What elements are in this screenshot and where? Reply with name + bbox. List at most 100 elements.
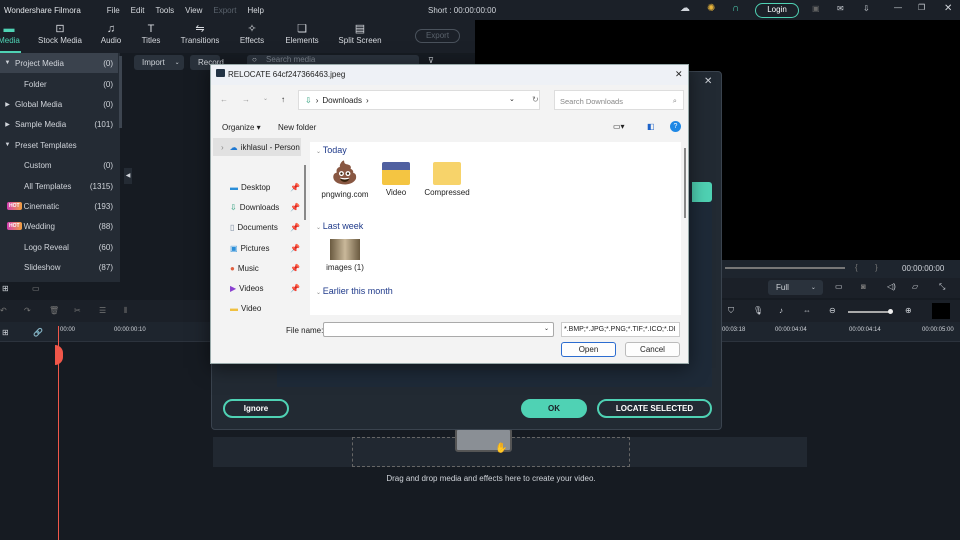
link-icon[interactable]: 🔗 bbox=[33, 328, 43, 337]
sidebar-item-custom[interactable]: Custom (0) bbox=[0, 155, 118, 175]
download-icon[interactable]: ⇩ bbox=[863, 4, 870, 13]
tab-split-screen[interactable]: ▤ Split Screen bbox=[337, 22, 383, 45]
progress-track[interactable] bbox=[725, 267, 845, 269]
export-button[interactable]: Export bbox=[415, 29, 460, 43]
folder-compressed[interactable]: Compressed bbox=[422, 160, 472, 197]
locate-selected-button[interactable]: LOCATE SELECTED bbox=[597, 399, 712, 418]
music-track-icon[interactable]: ♪ bbox=[779, 306, 783, 315]
dialog-close-icon[interactable]: ✕ bbox=[675, 69, 683, 80]
menu-help[interactable]: Help bbox=[247, 6, 263, 15]
nav-music[interactable]: ● Music 📌 bbox=[230, 264, 300, 273]
nav-downloads[interactable]: ⇩ Downloads 📌 bbox=[230, 203, 300, 212]
zoom-in-icon[interactable]: ⊕ bbox=[905, 306, 912, 315]
recent-dropdown-icon[interactable]: ⌄ bbox=[263, 95, 268, 102]
nav-desktop[interactable]: ▬ Desktop 📌 bbox=[230, 183, 300, 192]
cancel-button[interactable]: Cancel bbox=[625, 342, 680, 357]
menu-view[interactable]: View bbox=[185, 6, 202, 15]
tab-media[interactable]: ▬ Media bbox=[0, 22, 21, 53]
new-folder-button[interactable]: New folder bbox=[278, 123, 316, 132]
file-images-1[interactable]: images (1) bbox=[320, 239, 370, 272]
address-bar[interactable]: ⇩ › Downloads › ⌄ bbox=[298, 90, 540, 110]
address-dropdown-icon[interactable]: ⌄ bbox=[509, 95, 515, 103]
close-icon[interactable]: ✕ bbox=[944, 3, 952, 14]
sidebar-item-wedding[interactable]: HOT Wedding (88) bbox=[0, 216, 118, 236]
sidebar-item-preset-templates[interactable]: ▼ Preset Templates bbox=[0, 135, 118, 155]
zoom-slider[interactable] bbox=[848, 309, 893, 314]
back-icon[interactable]: ← bbox=[220, 95, 228, 104]
menu-tools[interactable]: Tools bbox=[155, 6, 174, 15]
display-icon[interactable]: ▭ bbox=[835, 282, 843, 291]
minimize-icon[interactable]: — bbox=[894, 3, 902, 12]
file-type-filter[interactable]: *.BMP;*.JPG;*.PNG;*.TIF;*.ICO;*.DI bbox=[561, 322, 680, 337]
forward-icon[interactable]: → bbox=[242, 95, 250, 104]
refresh-icon[interactable]: ↻ bbox=[532, 95, 539, 104]
quality-dropdown[interactable]: Full ⌄ bbox=[768, 280, 823, 295]
headset-icon[interactable]: ∩ bbox=[732, 3, 739, 14]
relocate-close-icon[interactable]: ✕ bbox=[704, 76, 712, 87]
nav-onedrive[interactable]: › ☁ ikhlasul - Person bbox=[213, 138, 301, 156]
sidebar-item-all-templates[interactable]: All Templates (1315) bbox=[0, 176, 118, 196]
sidebar-item-cinematic[interactable]: HOT Cinematic (193) bbox=[0, 196, 118, 216]
adjust-icon[interactable]: ☰ bbox=[99, 306, 106, 315]
mark-in-icon[interactable]: { bbox=[855, 263, 858, 272]
audio-wave-icon[interactable]: ⦀ bbox=[124, 306, 128, 316]
sidebar-item-folder[interactable]: Folder (0) bbox=[0, 74, 118, 94]
save-icon[interactable]: ▣ bbox=[812, 4, 820, 13]
layout-icon[interactable]: ▱ bbox=[912, 282, 918, 291]
import-dropdown[interactable]: Import ⌄ bbox=[134, 55, 184, 70]
search-downloads-input[interactable]: Search Downloads ⌕ bbox=[554, 90, 684, 110]
tab-transitions[interactable]: ⇋ Transitions bbox=[178, 22, 222, 45]
lightbulb-icon[interactable]: ✺ bbox=[707, 3, 715, 14]
sidebar-item-logo-reveal[interactable]: Logo Reveal (60) bbox=[0, 237, 118, 257]
tab-stock-media[interactable]: ⊡ Stock Media bbox=[37, 22, 83, 45]
sidebar-item-project-media[interactable]: ▼ Project Media (0) bbox=[0, 53, 118, 73]
nav-video-folder[interactable]: ▬ Video bbox=[230, 304, 261, 313]
tab-elements[interactable]: ❏ Elements bbox=[283, 22, 321, 45]
undo-icon[interactable]: ↶ bbox=[0, 306, 7, 315]
file-pngwing[interactable]: 💩 pngwing.com bbox=[320, 160, 370, 199]
menu-edit[interactable]: Edit bbox=[131, 6, 145, 15]
cut-icon[interactable]: ✂ bbox=[74, 306, 81, 315]
redo-icon[interactable]: ↷ bbox=[24, 306, 31, 315]
group-last-week[interactable]: ⌄ Last week bbox=[316, 221, 363, 231]
add-track-icon[interactable]: ⊞ bbox=[2, 328, 9, 337]
file-name-input[interactable]: ⌄ bbox=[323, 322, 554, 337]
ignore-button[interactable]: Ignore bbox=[223, 399, 289, 418]
restore-icon[interactable]: ❐ bbox=[918, 3, 925, 12]
mail-icon[interactable]: ✉ bbox=[837, 4, 844, 13]
sidebar-scrollbar[interactable] bbox=[119, 56, 122, 128]
delete-icon[interactable]: 🗑 bbox=[49, 306, 59, 315]
fullscreen-icon[interactable]: ⤡ bbox=[939, 282, 945, 292]
tab-effects[interactable]: ✧ Effects bbox=[236, 22, 268, 45]
nav-documents[interactable]: ▯ Documents 📌 bbox=[230, 223, 300, 232]
cloud-icon[interactable]: ☁ bbox=[680, 3, 690, 14]
nav-videos[interactable]: ▶ Videos 📌 bbox=[230, 284, 300, 293]
up-icon[interactable]: ↑ bbox=[281, 95, 285, 104]
collapse-panel-icon[interactable]: ◀ bbox=[124, 168, 132, 184]
zoom-out-icon[interactable]: ⊖ bbox=[829, 306, 836, 315]
preview-pane-icon[interactable]: ◧ bbox=[647, 122, 655, 131]
folder-outline-icon[interactable]: ▭ bbox=[32, 284, 40, 293]
add-folder-icon[interactable]: ⊞ bbox=[2, 284, 9, 293]
nav-scrollbar[interactable] bbox=[304, 165, 306, 220]
ok-button[interactable]: OK bbox=[521, 399, 587, 418]
fit-icon[interactable]: ⇔ bbox=[803, 306, 811, 315]
mark-out-icon[interactable]: } bbox=[875, 263, 878, 272]
track-layout-icon[interactable] bbox=[932, 303, 950, 319]
volume-icon[interactable]: ◁) bbox=[887, 282, 896, 291]
file-list-scrollbar[interactable] bbox=[684, 148, 686, 218]
group-earlier[interactable]: ⌄ Earlier this month bbox=[316, 286, 393, 296]
open-button[interactable]: Open bbox=[561, 342, 616, 357]
playhead-handle[interactable] bbox=[55, 345, 63, 365]
organize-menu[interactable]: Organize ▾ bbox=[222, 123, 261, 132]
tab-audio[interactable]: ♫ Audio bbox=[98, 22, 124, 45]
login-button[interactable]: Login bbox=[755, 3, 799, 18]
marker-icon[interactable]: ⛉ bbox=[728, 306, 734, 316]
tab-titles[interactable]: T Titles bbox=[138, 22, 164, 45]
sidebar-item-slideshow[interactable]: Slideshow (87) bbox=[0, 257, 118, 277]
group-today[interactable]: ⌄ Today bbox=[316, 145, 347, 155]
folder-video[interactable]: Video bbox=[371, 160, 421, 197]
sidebar-item-sample-media[interactable]: ▶ Sample Media (101) bbox=[0, 114, 118, 134]
mic-icon[interactable]: 🎙 bbox=[753, 306, 763, 315]
nav-pictures[interactable]: ▣ Pictures 📌 bbox=[230, 244, 300, 253]
